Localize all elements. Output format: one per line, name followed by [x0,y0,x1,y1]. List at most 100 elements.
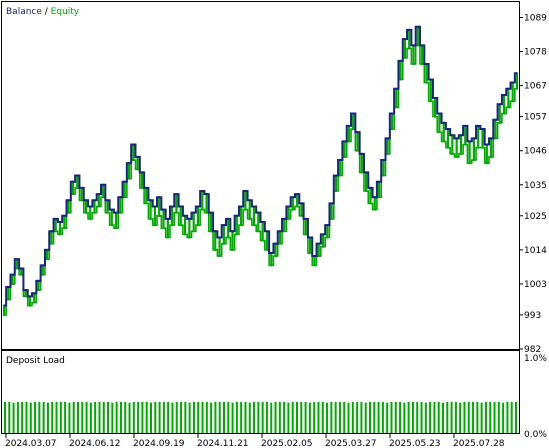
deposit-load-bar [403,402,406,433]
deposit-load-bar [16,401,19,433]
y-tick-label: 1035 [524,181,547,191]
deposit-load-bar [253,401,256,433]
deposit-load-bar [98,401,101,433]
deposit-load-bar [197,401,200,433]
legend: Balance / Equity [6,7,80,17]
deposit-load-bar [205,401,208,433]
deposit-load-bar [287,402,290,433]
deposit-load-bar [450,401,453,433]
y-tick-label: 1046 [524,147,547,157]
deposit-load-bar [321,401,324,433]
balance-equity-chart: Balance / Equity Deposit Load 1.0% 0.0% … [1,1,547,448]
x-tick-label: 2024.11.21 [197,439,249,448]
deposit-load-bar [119,401,122,433]
deposit-load-bar [454,401,457,433]
deposit-load-bar [21,401,24,433]
deposit-load-bar [343,401,346,433]
x-tick-label: 2024.03.07 [5,439,57,448]
deposit-load-bar [429,401,432,433]
deposit-load-bar [223,401,225,433]
y-tick-label: 1057 [524,113,547,123]
deposit-load-bar [502,402,505,433]
y-tick-label: 1014 [524,246,547,256]
deposit-load-bar [77,401,79,433]
deposit-load-bar [180,401,183,433]
deposit-load-bar [459,402,462,433]
legend-equity: Equity [51,7,80,17]
deposit-load-bar [29,402,32,433]
deposit-load-bar [244,401,247,433]
y-tick-label: 1067 [524,82,547,92]
y-tick-label: 982 [524,345,541,355]
deposit-load-bar [72,401,75,433]
deposit-load-bar [89,402,92,433]
deposit-load-bar [338,401,341,433]
deposit-load-bar [64,401,67,433]
deposit-load-bar [300,401,303,433]
deposit-load-bar [145,401,148,433]
deposit-load-bar [188,402,191,433]
deposit-load-bar [167,401,170,433]
deposit-load-bar [317,401,320,433]
deposit-load-bar [184,401,187,433]
legend-balance: Balance [6,7,42,17]
deposit-load-bar [296,401,298,433]
deposit-load-bar [446,401,449,433]
deposit-load-bar [274,401,277,433]
deposit-load-bar [162,401,165,433]
deposit-load-bar [515,401,517,433]
deposit-load-bar [210,402,213,433]
deposit-load-bar [38,401,41,433]
deposit-load-bar [124,401,127,433]
x-tick-label: 2025.05.23 [389,439,441,448]
deposit-load-bar [278,401,281,433]
y-tick-label: 1025 [524,212,547,222]
deposit-load-bar [369,401,371,433]
legend-separator: / [42,7,51,17]
deposit-load-bar [46,402,49,433]
deposit-load-bar [497,401,500,433]
deposit-load-bar [102,401,105,433]
deposit-load-bar [158,401,161,433]
deposit-load-bar [326,402,329,433]
deposit-load-bar [291,401,294,433]
y-tick-label: 1003 [524,280,547,290]
deposit-load-bar [472,401,475,433]
y-tick-label: 1078 [524,48,547,58]
x-tick-label: 2024.06.12 [69,439,121,448]
deposit-load-bar [407,401,410,433]
deposit-load-bar [12,402,15,433]
deposit-load-frame [1,350,520,434]
deposit-load-bar [308,402,311,433]
deposit-load-bar [128,402,131,433]
deposit-load-bar [265,401,268,433]
deposit-load-bar [270,402,273,433]
deposit-load-bar [334,401,337,433]
deposit-load-bar [484,401,487,433]
deposit-load-bar [42,401,45,433]
y-tick-label: 993 [524,311,541,321]
deposit-load-bar [442,402,444,433]
deposit-load-bar [25,401,28,433]
deposit-load-bar [489,401,492,433]
deposit-load-bar [416,401,419,433]
deposit-load-bar [154,401,157,433]
deposit-load-bar [437,401,440,433]
deposit-load-bar [313,401,316,433]
deposit-load-bar [214,401,217,433]
x-axis: 2024.03.07 2024.06.12 2024.09.19 2024.11.21… [5,434,505,448]
deposit-load-bar [373,401,376,433]
deposit-load-bar [141,401,144,433]
deposit-load-bar [137,401,140,433]
deposit-load-bar [201,401,204,433]
deposit-load-bar [85,401,88,433]
deposit-load-bar [467,401,470,433]
deposit-load-bar [68,402,71,433]
deposit-load-bar [476,401,479,433]
deposit-load-bar [257,401,260,433]
deposit-load-bar [240,401,243,433]
deposit-load-bar [111,402,114,433]
deposit-load-bar [132,401,135,433]
deposit-load-y-bottom: 0.0% [524,430,547,440]
deposit-load-bar [248,402,251,433]
